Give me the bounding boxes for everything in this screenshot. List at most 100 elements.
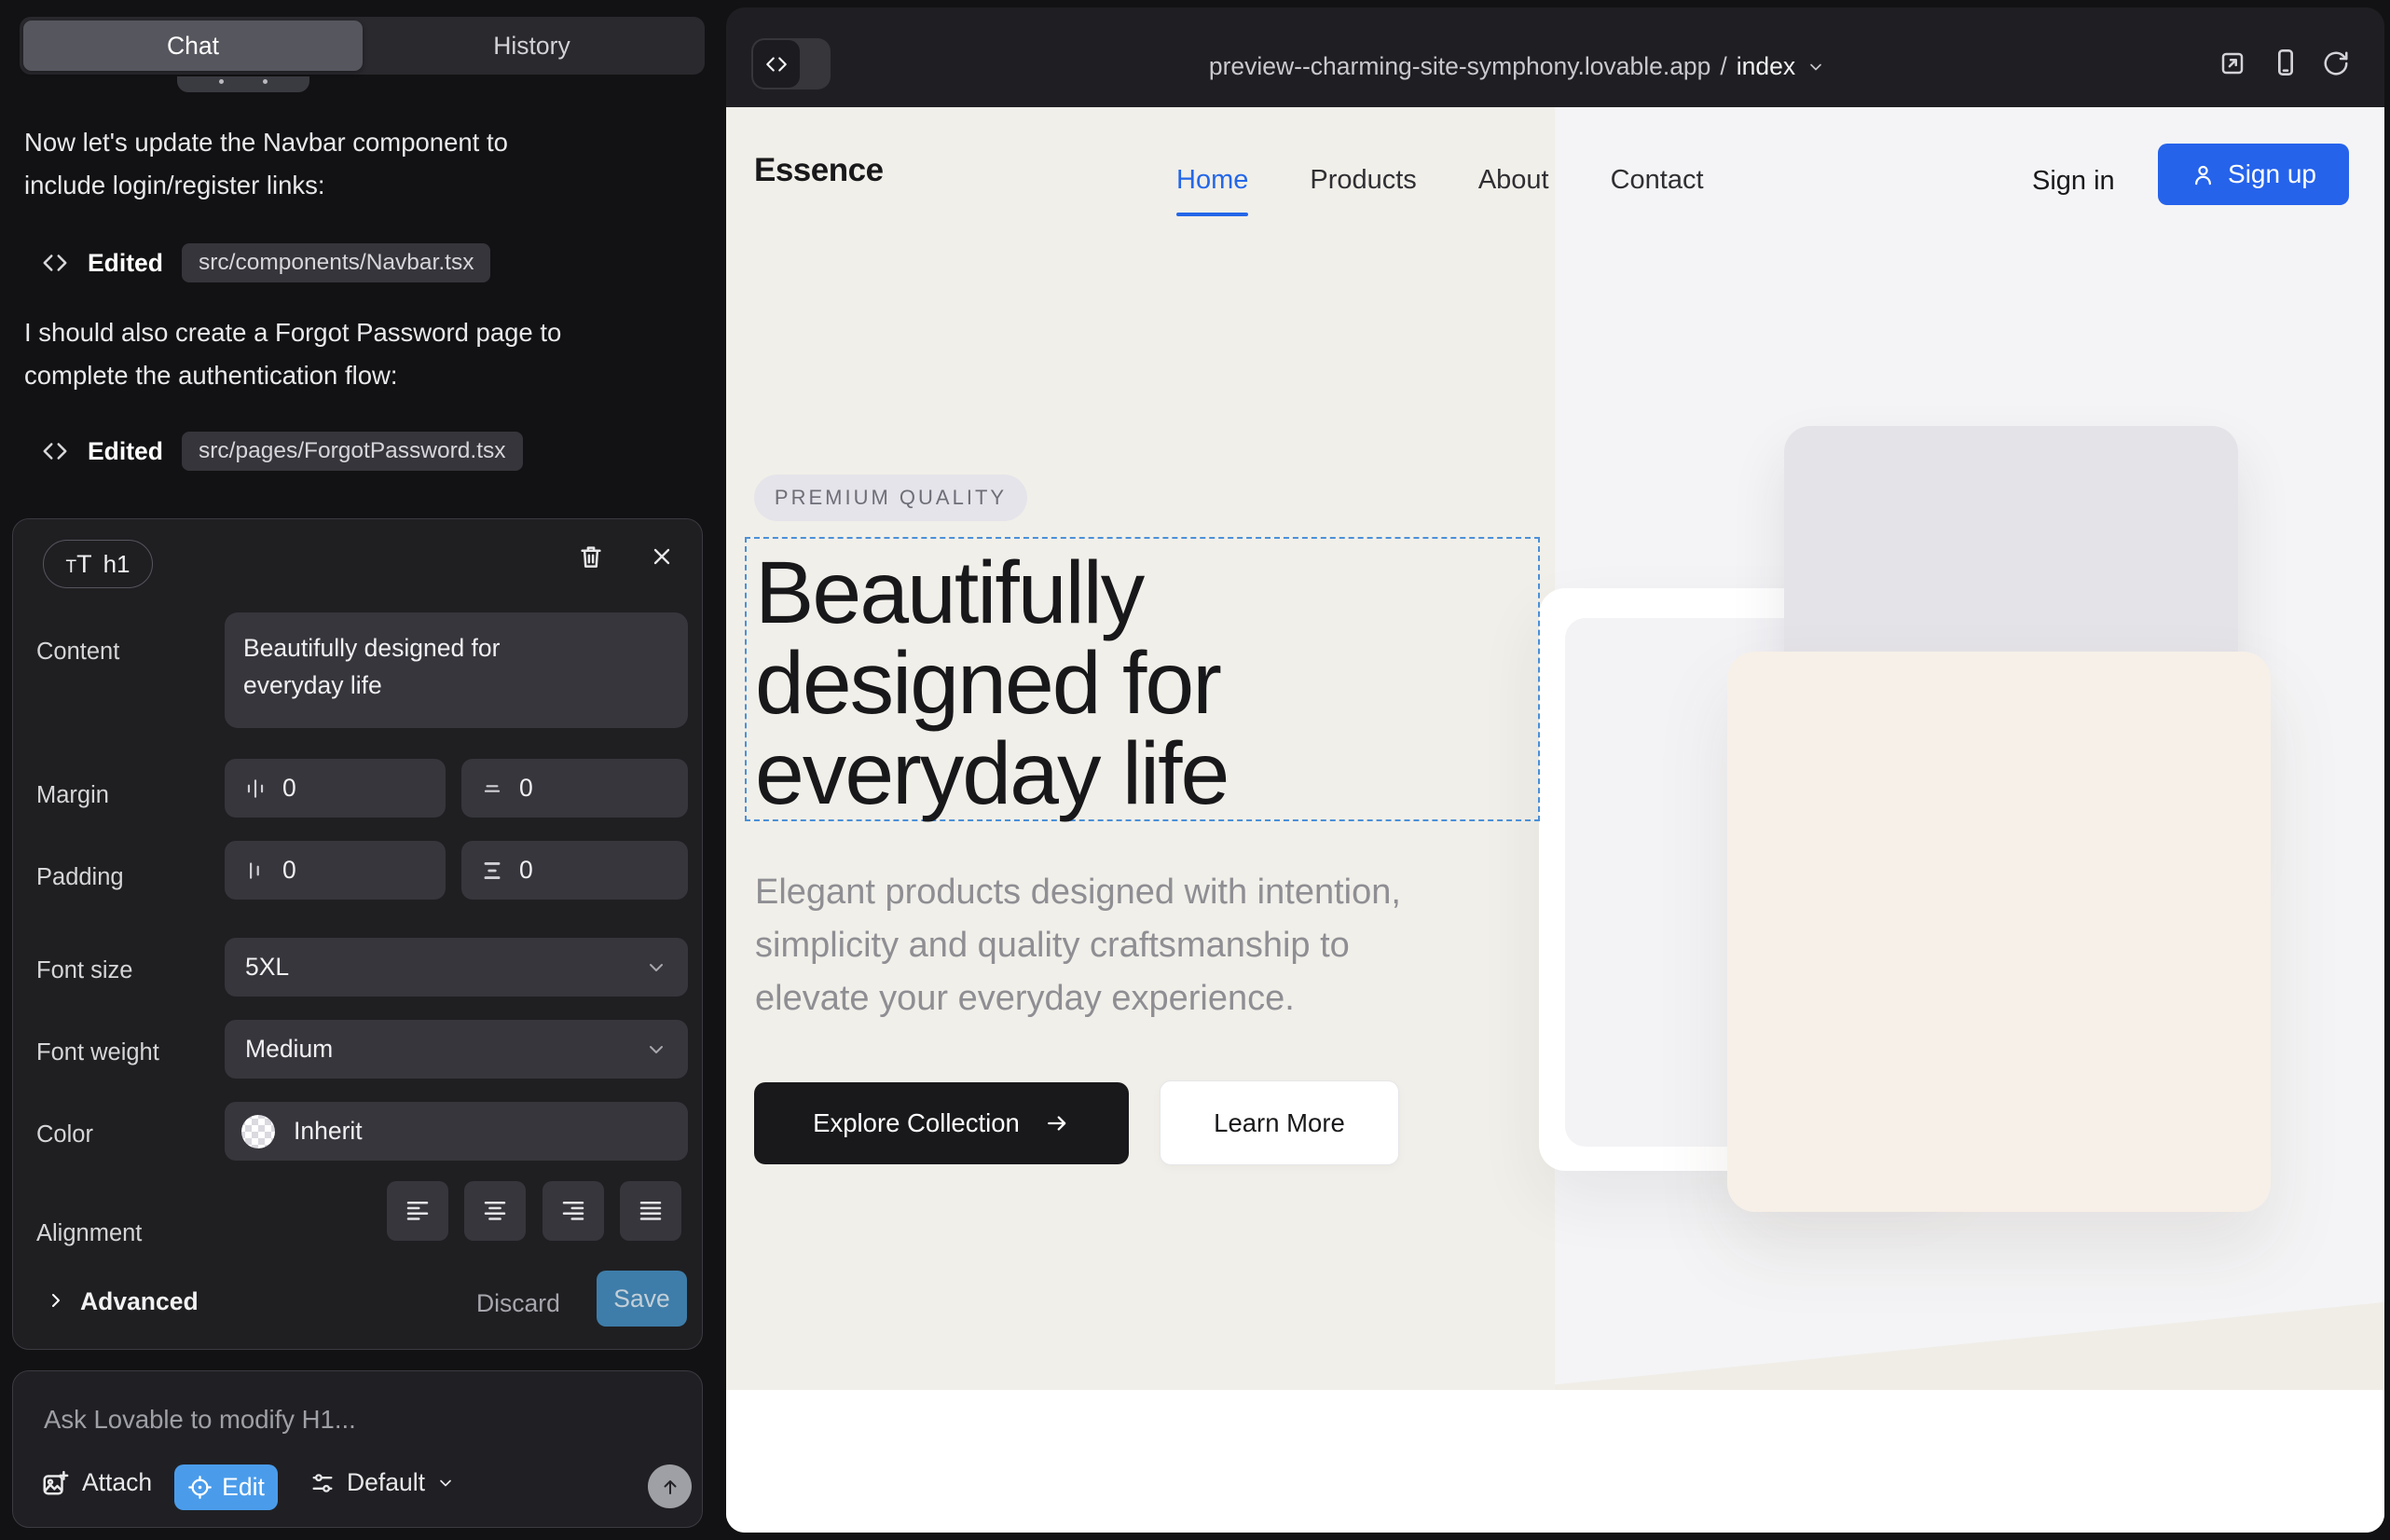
align-justify-button[interactable]	[620, 1181, 681, 1241]
selected-element-outline[interactable]: Beautifully designed for everyday life	[745, 537, 1540, 821]
align-left-icon	[404, 1197, 432, 1225]
type-icon: TT	[65, 550, 91, 579]
arrow-up-icon	[659, 1476, 681, 1498]
align-right-icon	[559, 1197, 587, 1225]
code-icon	[41, 249, 69, 277]
image-plus-icon	[41, 1469, 69, 1497]
locate-icon	[187, 1475, 213, 1500]
close-inspector-icon[interactable]	[649, 543, 675, 570]
chat-message: Now let's update the Navbar component to…	[24, 121, 508, 207]
edit-label: Edit	[222, 1473, 265, 1502]
margin-y-value: 0	[519, 774, 533, 803]
nav-link-contact[interactable]: Contact	[1611, 165, 1704, 196]
learn-more-button[interactable]: Learn More	[1160, 1080, 1399, 1165]
element-inspector-panel: TT h1 Content Beautifully designed for e…	[12, 518, 703, 1350]
site-viewport: Essence Home Products About Contact Sign…	[726, 107, 2384, 1533]
sign-up-label: Sign up	[2228, 159, 2316, 189]
align-right-button[interactable]	[543, 1181, 604, 1241]
hero-heading-line: Beautifully	[755, 548, 1538, 639]
chevron-down-icon	[645, 1038, 667, 1061]
explore-collection-label: Explore Collection	[813, 1108, 1020, 1138]
padding-x-input[interactable]: 0	[225, 841, 446, 900]
open-external-button[interactable]	[2218, 49, 2246, 77]
padding-y-input[interactable]: 0	[461, 841, 688, 900]
chevron-down-icon	[1806, 58, 1825, 76]
mobile-preview-button[interactable]	[2271, 47, 2301, 78]
file-chip[interactable]: src/components/Navbar.tsx	[182, 243, 490, 282]
advanced-chevron-icon	[45, 1289, 67, 1312]
color-field[interactable]: Inherit	[225, 1102, 688, 1161]
element-tag-badge: TT h1	[43, 540, 153, 588]
sign-up-button[interactable]: Sign up	[2158, 144, 2349, 205]
padding-vertical-icon	[480, 859, 504, 883]
content-line: Beautifully designed for	[243, 629, 669, 667]
arrow-right-icon	[1044, 1110, 1070, 1136]
save-button[interactable]: Save	[597, 1271, 687, 1327]
refresh-icon	[2322, 49, 2350, 77]
align-justify-icon	[637, 1197, 665, 1225]
external-link-icon	[2218, 49, 2246, 77]
font-size-select[interactable]: 5XL	[225, 938, 688, 997]
nav-link-about[interactable]: About	[1478, 165, 1549, 196]
chevron-down-icon	[645, 956, 667, 979]
hero-paragraph: Elegant products designed with intention…	[755, 866, 1401, 1025]
margin-horizontal-icon	[243, 777, 268, 801]
hero-cta-row: Explore Collection Learn More	[754, 1080, 1399, 1165]
chat-message-line: complete the authentication flow:	[24, 354, 561, 397]
margin-x-input[interactable]: 0	[225, 759, 446, 818]
sliders-icon	[309, 1470, 336, 1496]
tab-chat[interactable]: Chat	[23, 21, 363, 71]
advanced-toggle[interactable]: Advanced	[80, 1287, 199, 1316]
align-left-button[interactable]	[387, 1181, 448, 1241]
sign-in-link[interactable]: Sign in	[2032, 166, 2115, 197]
edit-mode-button[interactable]: Edit	[174, 1464, 278, 1510]
code-icon	[41, 437, 69, 465]
attach-label: Attach	[82, 1468, 152, 1497]
hero-paragraph-line: Elegant products designed with intention…	[755, 866, 1401, 919]
margin-y-input[interactable]: 0	[461, 759, 688, 818]
hero-heading-line: everyday life	[755, 729, 1538, 819]
edited-file-row: Edited src/components/Navbar.tsx	[41, 241, 490, 285]
align-center-icon	[481, 1197, 509, 1225]
hero-heading-line: designed for	[755, 639, 1538, 729]
tab-history[interactable]: History	[363, 21, 701, 71]
hero-heading: Beautifully designed for everyday life	[755, 548, 1538, 819]
chat-message-line: Now let's update the Navbar component to	[24, 121, 508, 164]
discard-button[interactable]: Discard	[476, 1289, 560, 1318]
alignment-label: Alignment	[36, 1220, 142, 1247]
smartphone-icon	[2271, 47, 2301, 78]
mode-label: Default	[347, 1468, 425, 1497]
edited-label: Edited	[88, 437, 163, 466]
font-weight-select[interactable]: Medium	[225, 1020, 688, 1079]
url-page: index	[1737, 52, 1795, 81]
font-weight-label: Font weight	[36, 1039, 159, 1066]
file-chip[interactable]: src/pages/ForgotPassword.tsx	[182, 432, 523, 471]
margin-vertical-icon	[480, 777, 504, 801]
attach-button[interactable]: Attach	[41, 1468, 152, 1497]
padding-x-value: 0	[282, 856, 296, 885]
font-weight-value: Medium	[245, 1035, 333, 1064]
nav-link-products[interactable]: Products	[1310, 165, 1416, 196]
prompt-input[interactable]: Ask Lovable to modify H1...	[44, 1405, 356, 1435]
mode-select[interactable]: Default	[309, 1468, 455, 1497]
url-host: preview--charming-site-symphony.lovable.…	[1209, 52, 1711, 81]
delete-element-button[interactable]	[577, 542, 605, 571]
chevron-down-icon	[436, 1474, 455, 1492]
content-label: Content	[36, 639, 119, 666]
prompt-composer: Ask Lovable to modify H1... Attach Edit …	[12, 1370, 703, 1528]
nav-link-home[interactable]: Home	[1176, 165, 1248, 196]
font-size-label: Font size	[36, 957, 132, 984]
margin-label: Margin	[36, 782, 109, 809]
align-center-button[interactable]	[464, 1181, 526, 1241]
url-separator: /	[1720, 52, 1726, 81]
padding-y-value: 0	[519, 856, 533, 885]
refresh-button[interactable]	[2322, 49, 2350, 77]
user-icon	[2191, 162, 2216, 187]
url-bar[interactable]: preview--charming-site-symphony.lovable.…	[726, 52, 2308, 81]
premium-quality-badge: PREMIUM QUALITY	[754, 474, 1027, 521]
brand-logo: Essence	[754, 152, 884, 189]
color-swatch	[241, 1115, 275, 1148]
send-button[interactable]	[648, 1464, 692, 1508]
explore-collection-button[interactable]: Explore Collection	[754, 1082, 1129, 1164]
content-textarea[interactable]: Beautifully designed for everyday life	[225, 612, 688, 728]
